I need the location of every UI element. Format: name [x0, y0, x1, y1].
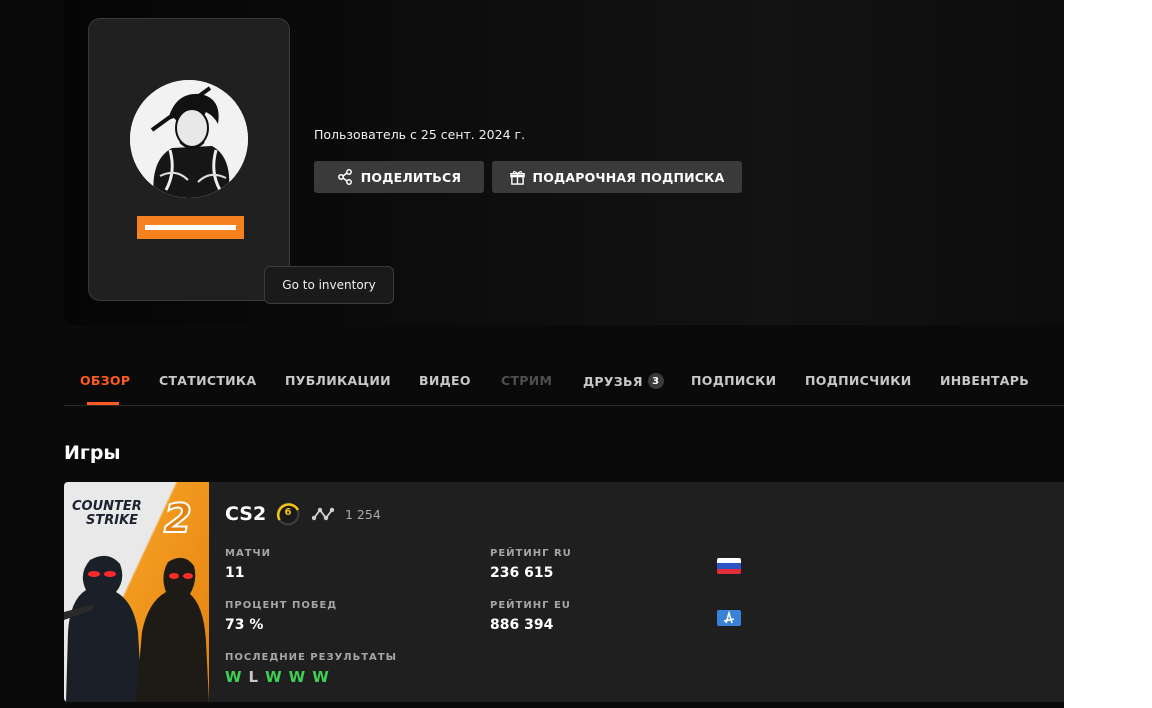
- elo-value: 1 254: [345, 507, 381, 522]
- rating-ru-label: РЕЙТИНГ RU: [490, 548, 572, 559]
- tab-label: ИНВЕНТАРЬ: [940, 373, 1030, 388]
- matches-value: 11: [225, 565, 245, 581]
- gift-icon: [509, 170, 525, 185]
- avatar[interactable]: [130, 80, 248, 198]
- member-since-text: Пользователь с 25 сент. 2024 г.: [314, 127, 526, 142]
- game-cover-image: COUNTER STRIKE 2: [64, 482, 209, 702]
- tab-label: СТАТИСТИКА: [159, 373, 257, 388]
- winrate-value: 73 %: [225, 617, 264, 633]
- tab-subscribers[interactable]: ПОДПИСЧИКИ: [805, 373, 912, 388]
- winrate-label: ПРОЦЕНТ ПОБЕД: [225, 600, 338, 611]
- active-tab-indicator: [87, 402, 119, 405]
- level-badge: 6: [274, 500, 302, 528]
- elo-icon: [312, 507, 335, 521]
- game-card-cs2[interactable]: COUNTER STRIKE 2: [64, 482, 1064, 702]
- tab-subscriptions[interactable]: ПОДПИСКИ: [691, 373, 776, 388]
- tab-stream: СТРИМ: [501, 373, 552, 388]
- result-item: L: [248, 668, 260, 686]
- result-item: W: [288, 668, 307, 686]
- recent-results: W L W W W: [225, 668, 330, 686]
- rating-eu-label: РЕЙТИНГ EU: [490, 600, 571, 611]
- tab-publications[interactable]: ПУБЛИКАЦИИ: [285, 373, 391, 388]
- tab-label: ПОДПИСКИ: [691, 373, 777, 388]
- level-value: 6: [284, 507, 292, 518]
- result-item: W: [312, 668, 330, 686]
- recent-results-label: ПОСЛЕДНИЕ РЕЗУЛЬТАТЫ: [225, 652, 397, 663]
- tab-label: ОБЗОР: [80, 373, 131, 388]
- result-item: W: [265, 668, 283, 686]
- games-section-title: Игры: [64, 442, 121, 464]
- europe-region-icon: [717, 610, 741, 626]
- tab-label: ПУБЛИКАЦИИ: [285, 373, 391, 388]
- tab-friends[interactable]: ДРУЗЬЯ 3: [583, 373, 664, 389]
- share-icon: [337, 169, 352, 185]
- rating-ru-value: 236 615: [490, 565, 554, 581]
- friends-count-badge: 3: [647, 373, 664, 389]
- matches-label: МАТЧИ: [225, 548, 271, 559]
- cover-soldiers-art: [64, 555, 209, 702]
- russia-flag-icon: [717, 558, 741, 574]
- gift-subscription-button[interactable]: ПОДАРОЧНАЯ ПОДПИСКА: [492, 161, 742, 193]
- share-button[interactable]: ПОДЕЛИТЬСЯ: [314, 161, 484, 193]
- inventory-tooltip: Go to inventory: [264, 266, 394, 304]
- tab-statistics[interactable]: СТАТИСТИКА: [159, 373, 256, 388]
- profile-page: Go to inventory Пользователь с 25 сент. …: [0, 0, 1064, 708]
- username-redacted: [145, 225, 236, 230]
- result-item: W: [225, 668, 243, 686]
- avatar-image: [130, 80, 248, 198]
- tab-label: ПОДПИСЧИКИ: [805, 373, 912, 388]
- tab-inventory[interactable]: ИНВЕНТАРЬ: [940, 373, 1029, 388]
- tooltip-text: Go to inventory: [282, 278, 376, 292]
- tab-label: СТРИМ: [501, 373, 553, 388]
- profile-tabs: ОБЗОР СТАТИСТИКА ПУБЛИКАЦИИ ВИДЕО СТРИМ …: [64, 365, 1064, 406]
- tab-overview[interactable]: ОБЗОР: [80, 373, 130, 388]
- rating-eu-value: 886 394: [490, 617, 554, 633]
- tab-video[interactable]: ВИДЕО: [419, 373, 471, 388]
- username-bar: [137, 216, 244, 239]
- gift-button-label: ПОДАРОЧНАЯ ПОДПИСКА: [532, 169, 725, 185]
- game-name: CS2: [225, 503, 267, 525]
- tab-label: ДРУЗЬЯ: [583, 373, 643, 389]
- share-button-label: ПОДЕЛИТЬСЯ: [360, 169, 462, 185]
- tab-label: ВИДЕО: [419, 373, 471, 388]
